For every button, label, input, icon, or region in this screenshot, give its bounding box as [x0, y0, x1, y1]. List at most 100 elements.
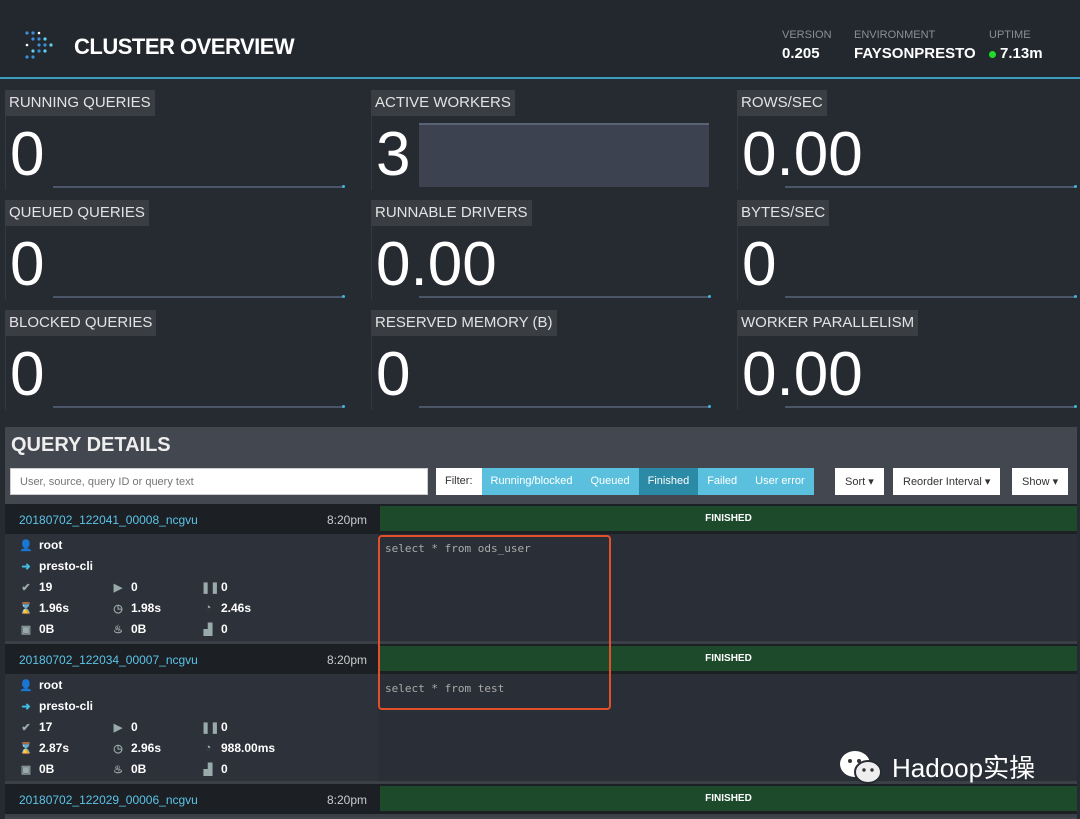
peak-memory: ♨ 0B [111, 622, 146, 636]
filter-label: Filter: [436, 468, 482, 495]
sparkline-area [419, 123, 709, 187]
stat-value: 3 [376, 120, 411, 189]
memory-value: 0B [39, 622, 55, 636]
stat-label: ROWS/SEC [737, 90, 827, 116]
peak-memory-icon: ♨ [113, 763, 123, 776]
query-id-link[interactable]: 20180702_122034_00007_ncgvu [19, 653, 198, 667]
login-icon: ➜ [21, 560, 31, 573]
stat-value: 0.00 [742, 120, 863, 189]
running-splits-icon: ▶ [113, 721, 123, 734]
stat-tile: QUEUED QUERIES 0 [5, 200, 345, 300]
peak-memory-icon: ♨ [113, 623, 123, 636]
query-row: 20180702_122029_00006_ncgvu 8:20pm FINISHE… [5, 784, 1077, 817]
cpu-time: ◔ 988.00ms [201, 741, 275, 755]
elapsed-time: ◷ 2.96s [111, 741, 161, 755]
running-splits-value: 0 [131, 720, 138, 734]
environment-label: ENVIRONMENT [854, 29, 936, 41]
stat-tile: BYTES/SEC 0 [737, 200, 1077, 300]
query-time: 8:20pm [327, 653, 368, 667]
filter-user-error[interactable]: User error [746, 468, 814, 495]
stat-value: 0 [10, 230, 45, 299]
reorder-interval-dropdown[interactable]: Reorder Interval ▾ [893, 468, 1001, 495]
filter-finished[interactable]: Finished [638, 468, 699, 495]
running-splits: ▶ 0 [111, 720, 138, 734]
user-icon: 👤 [19, 679, 33, 692]
login-icon: ➜ [21, 700, 31, 713]
query-source: ➜ presto-cli [19, 699, 93, 713]
stat-tile: ROWS/SEC 0.00 [737, 90, 1077, 190]
sparkline [53, 185, 345, 188]
user-icon: 👤 [19, 539, 33, 552]
parallelism: ▟ 0 [201, 762, 228, 776]
environment-info: ENVIRONMENT FAYSONPRESTO [854, 29, 976, 62]
source-name: presto-cli [39, 699, 94, 713]
wall-time: ⌛ 1.96s [19, 601, 69, 615]
section-title: QUERY DETAILS [11, 434, 171, 456]
filter-group: Filter: Running/blocked Queued Finished Fai… [436, 468, 814, 495]
watermark: Hadoop实操 [838, 748, 1035, 785]
stat-label: BYTES/SEC [737, 200, 830, 226]
status-dot-icon [989, 50, 996, 58]
version-label: VERSION [782, 29, 832, 41]
queued-splits-icon: ❚❚ [201, 581, 220, 594]
header: CLUSTER OVERVIEW VERSION 0.205 ENVIRONMEN… [0, 0, 1080, 79]
stat-value: 0.00 [742, 340, 863, 409]
elapsed-time-value: 1.98s [131, 601, 162, 615]
completed-splits-value: 19 [39, 580, 53, 594]
stat-tile: WORKER PARALLELISM 0.00 [737, 310, 1077, 410]
stat-label: ACTIVE WORKERS [371, 90, 515, 116]
cpu-time: ◔ 2.46s [201, 601, 251, 615]
source-name: presto-cli [39, 559, 94, 573]
memory: ▣ 0B [19, 622, 55, 636]
filter-failed[interactable]: Failed [698, 468, 747, 495]
filter-running-blocked[interactable]: Running/blocked [481, 468, 582, 495]
sparkline [419, 405, 711, 408]
stat-value: 0 [376, 340, 411, 409]
completed-splits: ✔ 19 [19, 580, 52, 594]
user-name: root [39, 538, 63, 552]
stat-label: QUEUED QUERIES [5, 200, 149, 226]
highlight-annotation [378, 535, 611, 710]
query-id-link[interactable]: 20180702_122041_00008_ncgvu [19, 513, 198, 527]
query-search-input[interactable] [10, 468, 428, 495]
queued-splits-value: 0 [221, 720, 228, 734]
sparkline [785, 295, 1077, 298]
elapsed-time-icon: ◷ [113, 602, 123, 615]
elapsed-time-value: 2.96s [131, 741, 162, 755]
stat-value: 0 [742, 230, 777, 299]
page-title: CLUSTER OVERVIEW [74, 34, 295, 59]
running-splits-value: 0 [131, 580, 138, 594]
completed-splits-icon: ✔ [21, 721, 31, 734]
cpu-time-value: 2.46s [221, 601, 252, 615]
show-dropdown[interactable]: Show ▾ [1012, 468, 1069, 495]
stat-label: WORKER PARALLELISM [737, 310, 919, 336]
tile-frame [371, 336, 711, 410]
cpu-time-icon: ◔ [204, 742, 212, 754]
queued-splits: ❚❚ 0 [201, 580, 228, 594]
parallelism: ▟ 0 [201, 622, 228, 636]
query-id-link[interactable]: 20180702_122029_00006_ncgvu [19, 793, 198, 807]
uptime-label: UPTIME [989, 29, 1031, 41]
wall-time-icon: ⌛ [19, 602, 33, 615]
filter-queued[interactable]: Queued [581, 468, 639, 495]
running-splits: ▶ 0 [111, 580, 138, 594]
parallelism-value: 0 [221, 762, 228, 776]
memory: ▣ 0B [19, 762, 55, 776]
wall-time: ⌛ 2.87s [19, 741, 69, 755]
peak-memory-value: 0B [131, 622, 147, 636]
completed-splits-value: 17 [39, 720, 53, 734]
tile-frame [5, 116, 345, 190]
watermark-text: Hadoop实操 [892, 753, 1036, 783]
memory-icon: ▣ [20, 623, 32, 636]
version-info: VERSION 0.205 [782, 29, 832, 62]
query-user: 👤 root [19, 538, 62, 552]
sort-dropdown[interactable]: Sort ▾ [835, 468, 884, 495]
running-splits-icon: ▶ [113, 581, 123, 594]
stat-tile: RUNNABLE DRIVERS 0.00 [371, 200, 711, 300]
wall-time-value: 1.96s [39, 601, 70, 615]
query-time: 8:20pm [327, 513, 368, 527]
queued-splits-value: 0 [221, 580, 228, 594]
stat-tile: RESERVED MEMORY (B) 0 [371, 310, 711, 410]
cpu-time-value: 988.00ms [221, 741, 276, 755]
memory-icon: ▣ [20, 763, 32, 776]
